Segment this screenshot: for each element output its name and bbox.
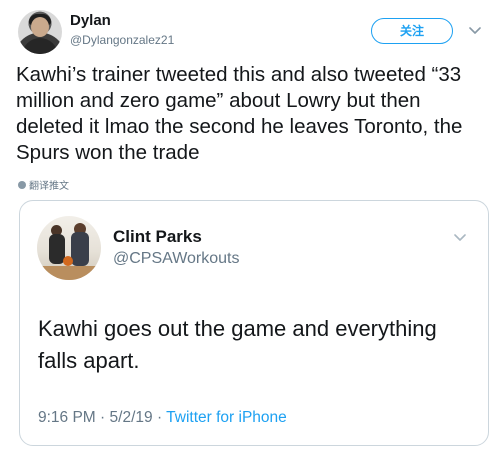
translate-tweet-link[interactable]: 翻译推文 bbox=[18, 177, 69, 192]
avatar-body bbox=[22, 38, 58, 54]
globe-icon bbox=[18, 180, 26, 189]
quoted-user-avatar[interactable] bbox=[37, 216, 101, 280]
basketball-icon bbox=[63, 256, 73, 266]
quoted-user-handle[interactable]: @CPSAWorkouts bbox=[113, 250, 240, 268]
tweet-text: Kawhi’s trainer tweeted this and also tw… bbox=[16, 63, 463, 164]
chevron-down-icon[interactable] bbox=[454, 234, 466, 242]
avatar-face bbox=[31, 17, 49, 37]
tweet-source-link[interactable]: Twitter for iPhone bbox=[166, 409, 287, 426]
meta-separator: · bbox=[156, 409, 163, 426]
follow-button[interactable]: 关注 bbox=[371, 18, 453, 44]
user-avatar[interactable] bbox=[18, 10, 62, 54]
avatar-figure bbox=[71, 232, 89, 266]
tweet-card: Dylan @Dylangonzalez21 关注 Kawhi’s traine… bbox=[0, 0, 500, 457]
tweet-time[interactable]: 9:16 PM bbox=[38, 409, 96, 426]
chevron-down-icon[interactable] bbox=[469, 27, 481, 35]
quoted-tweet-meta: 9:16 PM · 5/2/19 · Twitter for iPhone bbox=[38, 409, 287, 427]
quoted-tweet-text: Kawhi goes out the game and everything f… bbox=[38, 316, 437, 373]
tweet-date[interactable]: 5/2/19 bbox=[110, 409, 153, 426]
user-handle[interactable]: @Dylangonzalez21 bbox=[70, 33, 174, 47]
translate-label: 翻译推文 bbox=[29, 181, 69, 192]
quoted-display-name[interactable]: Clint Parks bbox=[113, 227, 202, 247]
display-name[interactable]: Dylan bbox=[70, 12, 111, 29]
avatar-floor bbox=[37, 266, 101, 280]
meta-separator: · bbox=[100, 409, 106, 426]
